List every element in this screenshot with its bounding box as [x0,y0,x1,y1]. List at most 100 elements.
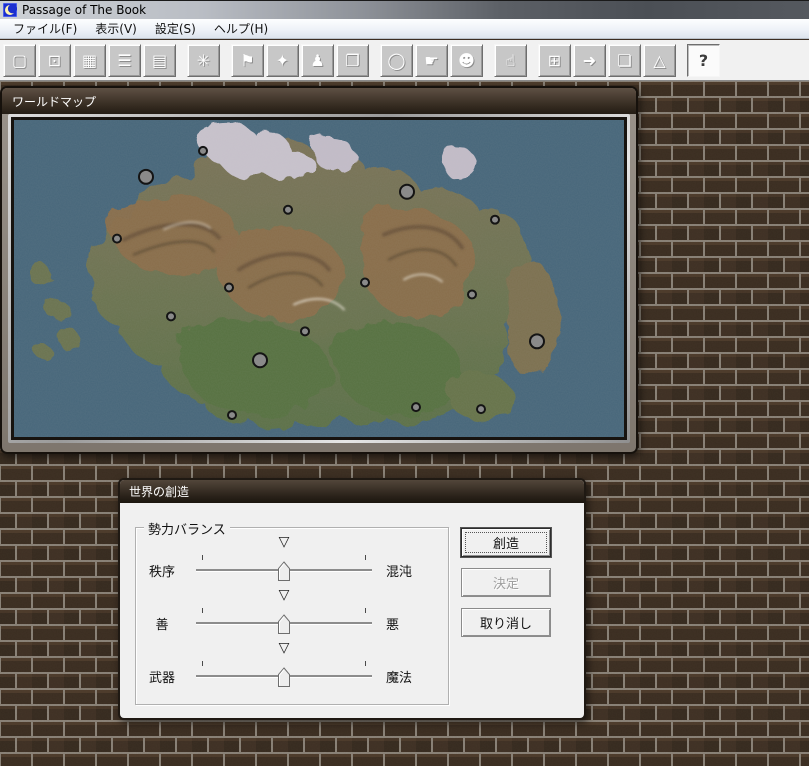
menu-item[interactable]: ヘルプ(H) [205,18,277,39]
menu-item[interactable]: 表示(V) [86,18,146,39]
bag-icon: ♟ [310,51,324,70]
loop-button[interactable]: ◯ [380,44,413,77]
map-location-marker[interactable] [167,312,175,320]
person-button[interactable]: ☻ [450,44,483,77]
world-map-title-bar[interactable]: ワールドマップ [2,88,636,114]
power-balance-groupbox: 勢力バランス ▽秩序混沌▽善悪▽武器魔法 [135,527,449,705]
list-icon: ☰ [117,51,131,70]
map-location-marker[interactable] [113,235,121,243]
burst-icon: ✳ [197,51,210,70]
slider-left-label: 武器 [140,667,184,686]
app-title: Passage of The Book [22,3,146,17]
toolbar: ▢ ⊡ ▦ ☰ ▤ ✳ ⚑ ✦ ♟ ❐ ◯ ☛ ☻ ☝ ⊞ ➜ ❏ △? [0,40,809,81]
map-location-marker[interactable] [530,334,544,348]
map-icon: ▦ [82,51,97,70]
diamond-button[interactable]: ✦ [266,44,299,77]
world-map-title: ワールドマップ [12,93,96,110]
key-arrow-icon: ➜ [583,51,596,70]
copy-button[interactable]: ❏ [608,44,641,77]
map-location-marker[interactable] [301,327,309,335]
menu-item[interactable]: ファイル(F) [4,18,86,39]
map-location-marker[interactable] [477,405,485,413]
pin-shield-button[interactable]: ⚑ [231,44,264,77]
map-location-marker[interactable] [361,279,369,287]
key-button[interactable]: ➜ [573,44,606,77]
app-window: Passage of The Book ファイル(F)表示(V)設定(S)ヘルプ… [0,0,809,766]
center-marker-icon: ▽ [279,640,290,656]
window-icon: ▢ [12,51,27,70]
good-evil-slider: ▽善悪 [140,589,448,642]
map-button[interactable]: ▦ [73,44,106,77]
document-icon: ▤ [152,51,167,70]
create-button[interactable]: 創造 [461,528,551,557]
world-map-image[interactable] [11,117,627,440]
world-creation-dialog: 世界の創造 勢力バランス ▽秩序混沌▽善悪▽武器魔法 創造決定取り消し [118,478,586,720]
ellipse-icon: ◯ [388,51,406,70]
slider-right-label: 混沌 [384,561,442,580]
crescent-moon-icon [3,3,17,17]
sparkle-burst-button[interactable]: ✳ [187,44,220,77]
map-location-marker[interactable] [284,206,292,214]
slider-thumb[interactable] [278,561,291,582]
tile-window-button[interactable]: ⊞ [538,44,571,77]
folder-window-button[interactable]: ❐ [336,44,369,77]
diamond-icon: ✦ [276,51,289,70]
menu-item[interactable]: 設定(S) [146,18,205,39]
toolbar-group: ▢ ⊡ ▦ ☰ ▤ [3,44,178,77]
slider-track-area [196,559,372,583]
title-bar: Passage of The Book [0,0,809,19]
cancel-button[interactable]: 取り消し [461,608,551,637]
hand-button[interactable]: ☝ [494,44,527,77]
slider-track-area [196,612,372,636]
order-chaos-slider: ▽秩序混沌 [140,536,448,589]
map-location-marker[interactable] [139,170,153,184]
weapon-magic-slider: ▽ 武器 魔法 [140,642,448,695]
slider-thumb[interactable] [278,614,291,635]
button-label: 創造 [493,537,519,552]
slider-right-label: 悪 [384,614,442,633]
map-location-marker[interactable] [412,403,420,411]
slider-tick [202,555,203,560]
map-location-marker[interactable] [400,185,414,199]
toolbar-group: ⚑ ✦ ♟ ❐ [231,44,371,77]
toolbar-group: ☝ [494,44,529,77]
dialog-body: 勢力バランス ▽秩序混沌▽善悪▽武器魔法 創造決定取り消し [120,503,584,718]
list-button[interactable]: ☰ [108,44,141,77]
slider-tick [202,661,203,666]
button-label: 取り消し [480,617,532,632]
bag-button[interactable]: ♟ [301,44,334,77]
map-location-marker[interactable] [225,283,233,291]
document-list-button[interactable]: ▤ [143,44,176,77]
map-location-marker[interactable] [468,290,476,298]
center-marker-icon: ▽ [279,534,290,550]
toolbar-group: ? [687,44,722,77]
folder-window-icon: ❐ [345,51,359,70]
question-icon: ? [699,51,708,70]
card-button[interactable]: ⊡ [38,44,71,77]
map-location-marker[interactable] [253,353,267,367]
map-location-marker[interactable] [199,147,207,155]
dialog-buttons: 創造決定取り消し [461,528,551,648]
map-location-marker[interactable] [491,216,499,224]
slider-right-label: 魔法 [384,667,442,686]
toolbar-group: ⊞ ➜ ❏ △ [538,44,678,77]
help-button[interactable]: ? [687,44,720,77]
slider-tick [365,608,366,613]
toolbar-group: ◯ ☛ ☻ [380,44,485,77]
tiles-icon: ⊞ [548,51,561,70]
person-icon: ☻ [458,51,475,70]
menu-bar: ファイル(F)表示(V)設定(S)ヘルプ(H) [0,19,809,39]
decide-button[interactable]: 決定 [461,568,551,597]
window-button[interactable]: ▢ [3,44,36,77]
dialog-title-bar[interactable]: 世界の創造 [120,480,584,503]
toolbar-group: ✳ [187,44,222,77]
map-location-marker[interactable] [228,411,236,419]
dialog-title: 世界の創造 [129,483,189,500]
copy-icon: ❏ [617,51,631,70]
hand-coin-button[interactable]: ☛ [415,44,448,77]
triangle-icon: △ [653,51,665,70]
slider-thumb[interactable] [278,667,291,688]
client-area: ワールドマップ [0,81,809,766]
triangle-button[interactable]: △ [643,44,676,77]
world-map-window: ワールドマップ [0,86,638,454]
